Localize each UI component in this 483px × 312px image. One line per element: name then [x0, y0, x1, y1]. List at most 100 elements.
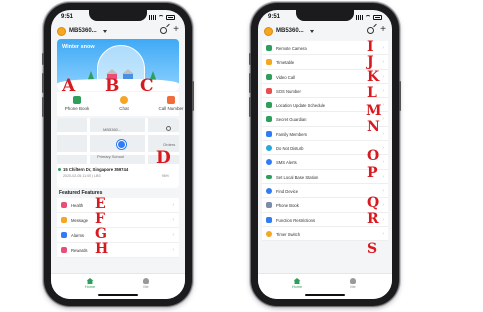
user-icon: [143, 278, 149, 284]
feature-label: Alarms: [71, 233, 85, 238]
callout-f: F: [95, 211, 105, 227]
chevron-right-icon: ›: [382, 230, 384, 237]
phone-book-icon: [266, 202, 272, 209]
location-icon: [266, 102, 272, 109]
chevron-right-icon: ›: [382, 202, 384, 209]
device-avatar[interactable]: [264, 27, 273, 36]
toggle-icon: [266, 174, 272, 179]
home-indicator[interactable]: [305, 294, 345, 296]
shortcut-call-number[interactable]: Call Number: [151, 96, 185, 111]
add-device-icon[interactable]: +: [173, 25, 179, 35]
function-label: Timetable: [276, 60, 295, 66]
timetable-icon: [266, 59, 272, 66]
battery-icon: [166, 15, 175, 20]
callout-c: C: [140, 76, 154, 96]
chevron-right-icon: ›: [382, 145, 384, 152]
shortcut-phone-book[interactable]: Phone Book: [57, 96, 97, 111]
shortcut-label: Call Number: [158, 106, 184, 111]
map-label: Primary School: [97, 154, 125, 159]
device-selector[interactable]: MB5360...: [276, 28, 304, 34]
tab-bar: Home Me: [51, 273, 185, 299]
function-label: Secret Guardian: [276, 117, 307, 123]
shortcut-chat[interactable]: Chat: [104, 96, 144, 111]
function-row-timer-switch[interactable]: Timer Switch ›: [262, 226, 388, 242]
feature-row-health[interactable]: Health ›: [57, 198, 179, 213]
user-icon: [350, 278, 356, 284]
message-icon: [61, 217, 67, 223]
home-icon: [86, 278, 94, 284]
home-indicator[interactable]: [98, 294, 138, 296]
function-label: Find Device: [276, 188, 299, 194]
video-call-icon: [266, 73, 272, 80]
chat-icon: [120, 96, 128, 104]
callout-g: G: [95, 226, 107, 242]
chevron-right-icon: ›: [382, 73, 384, 80]
device-avatar[interactable]: [57, 27, 66, 36]
chevron-right-icon: ›: [382, 116, 384, 123]
tab-label: Me: [350, 285, 356, 289]
mute-switch: [249, 53, 251, 65]
chevron-right-icon: ›: [172, 232, 174, 238]
chevron-right-icon: ›: [382, 216, 384, 223]
function-label: SOS Number: [276, 88, 301, 94]
map-road: [145, 118, 148, 164]
gender-icon[interactable]: [367, 27, 374, 34]
callout-o: O: [367, 148, 380, 164]
device-location-pin[interactable]: [117, 140, 126, 149]
callout-r: R: [367, 211, 379, 227]
callout-e: E: [95, 196, 106, 212]
function-label: Video Call: [276, 74, 296, 80]
device-selector[interactable]: MB5360...: [69, 28, 97, 34]
tab-me[interactable]: Me: [338, 278, 368, 289]
chevron-right-icon: ›: [382, 45, 384, 51]
tab-bar: Home Me: [258, 273, 392, 299]
map-road: [87, 118, 90, 164]
function-label: Location Update Schedule: [276, 103, 326, 109]
callout-m: M: [366, 103, 382, 119]
app-bar: MB5360... +: [57, 25, 179, 38]
banner-title: Winter snow: [62, 44, 95, 50]
sos-icon: [266, 87, 272, 94]
tab-me[interactable]: Me: [131, 278, 161, 289]
signal-icon: [356, 15, 363, 20]
locate-icon[interactable]: [166, 126, 171, 131]
tab-home[interactable]: Home: [282, 278, 312, 289]
chevron-down-icon[interactable]: [103, 30, 107, 33]
tab-home[interactable]: Home: [75, 278, 105, 289]
map-label: MB5360...: [103, 127, 122, 132]
callout-l: L: [367, 85, 377, 101]
feature-row-rewards[interactable]: Rewards ›: [57, 243, 179, 258]
address-subtext: 2020-02-05 11:00 | LBS: [63, 174, 101, 178]
callout-d: D: [156, 148, 171, 168]
tab-label: Home: [291, 285, 303, 289]
shield-icon: [266, 116, 272, 123]
add-device-icon[interactable]: +: [380, 25, 386, 35]
feature-row-alarms[interactable]: Alarms ›: [57, 228, 179, 243]
camera-icon: [266, 45, 272, 51]
featured-list: Health › Message › Alarms › Rewards ›: [57, 198, 179, 258]
callout-q: Q: [367, 195, 380, 211]
map-road: [57, 132, 179, 135]
gender-icon[interactable]: [160, 27, 167, 34]
reward-icon: [61, 247, 67, 253]
callout-k: K: [367, 69, 380, 85]
function-label: Function Restrictions: [276, 217, 316, 223]
chevron-right-icon: ›: [382, 187, 384, 194]
chevron-down-icon[interactable]: [310, 30, 314, 33]
shortcut-label: Chat: [119, 106, 129, 111]
volume-up-button: [42, 73, 44, 93]
chevron-right-icon: ›: [382, 102, 384, 109]
callout-a: A: [62, 76, 76, 96]
heart-icon: [61, 202, 67, 208]
status-time: 9:51: [61, 14, 74, 20]
timer-icon: [266, 230, 272, 237]
address-text: 15 Chiltern Dr, Singapore 359744: [63, 167, 129, 172]
function-label: Family Members: [276, 131, 307, 137]
chevron-right-icon: ›: [172, 217, 174, 223]
feature-label: Health: [71, 203, 84, 208]
feature-row-message[interactable]: Message ›: [57, 213, 179, 228]
function-label: Do Not Disturb: [276, 146, 304, 152]
chevron-right-icon: ›: [382, 59, 384, 66]
volume-down-button: [249, 97, 251, 117]
function-label: SMS Alerts: [276, 160, 297, 166]
